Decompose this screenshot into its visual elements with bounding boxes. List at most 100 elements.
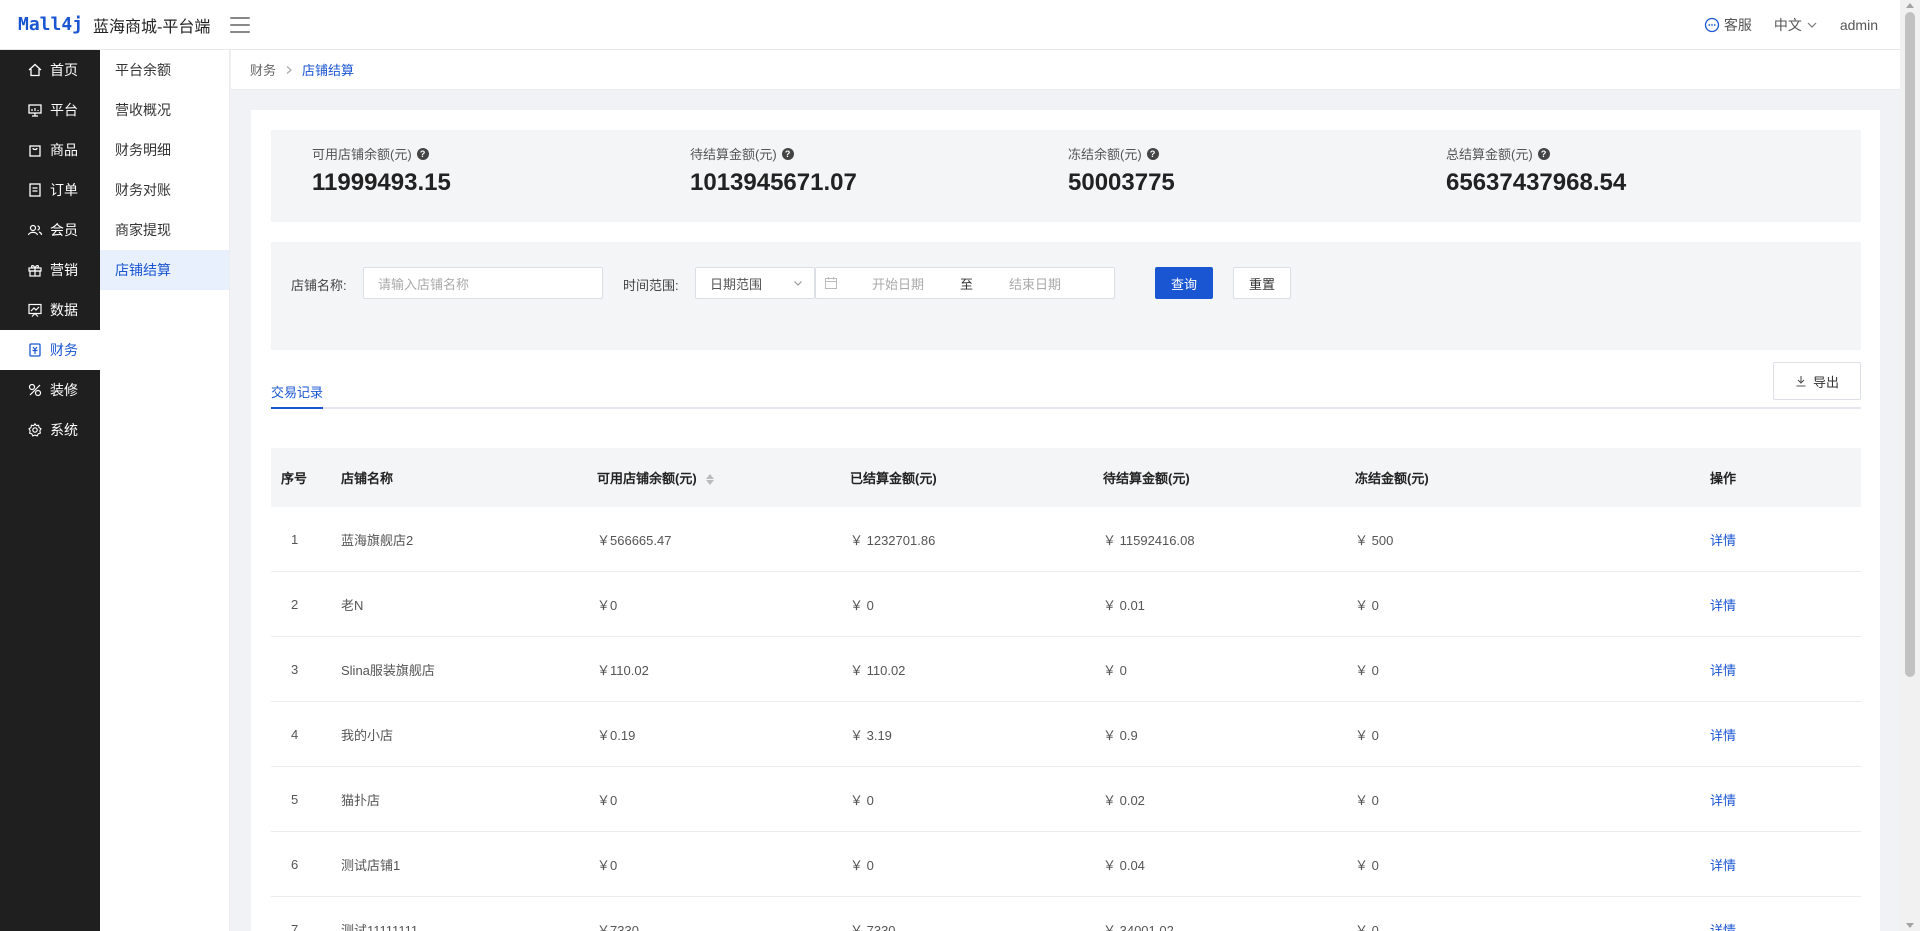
details-link[interactable]: 详情 [1710,595,1830,614]
details-link[interactable]: 详情 [1710,855,1830,874]
settled-amount: ￥ 7330 [850,922,896,931]
shop-name-input[interactable]: 请输入店铺名称 [363,267,603,299]
question-icon[interactable]: ? [1537,147,1550,160]
sidebar-item-label: 数据 [50,302,78,318]
column-header-label: 可用店铺余额(元) [597,471,697,486]
sidebar-item-finance[interactable]: 财务 [0,330,100,370]
frozen-amount: ￥ 0 [1355,597,1379,613]
reset-button[interactable]: 重置 [1233,267,1291,299]
settled-amount: ￥ 110.02 [850,662,906,678]
table-row: 7 测试11111111 ￥7330 ￥ 7330 ￥ 34001.02 ￥ 0… [271,897,1861,931]
tab-bar: 交易记录 导出 [271,362,1861,409]
details-link[interactable]: 详情 [1710,660,1830,679]
shop-name: 测试11111111 [341,922,419,931]
shop-name-label: 店铺名称: [291,278,347,293]
sidebar-item-platform[interactable]: 平台 [0,90,100,130]
details-link[interactable]: 详情 [1710,530,1830,549]
question-icon[interactable]: ? [416,147,429,160]
sidebar-item-label: 订单 [50,182,78,198]
pending-amount: ￥ 0 [1103,662,1127,678]
range-type-value: 日期范围 [710,276,763,292]
pending-amount: ￥ 34001.02 [1103,922,1174,931]
sidebar-item-marketing[interactable]: 营销 [0,250,100,290]
filter-panel: 店铺名称: 请输入店铺名称 时间范围: 日期范围 开始日期 至 结束日期 查询 … [271,242,1861,350]
menu-toggle-icon[interactable] [230,16,250,33]
export-button[interactable]: 导出 [1773,362,1861,400]
stat-label: 冻结余额(元) [1068,147,1142,162]
available-balance: ￥0 [597,597,618,613]
frozen-amount: ￥ 0 [1355,922,1379,931]
frozen-amount: ￥ 500 [1355,532,1394,548]
tab-transaction-records[interactable]: 交易记录 [271,382,324,409]
row-number: 3 [291,661,299,677]
sidebar-item-goods[interactable]: 商品 [0,130,100,170]
user-menu[interactable]: admin [1840,17,1878,33]
stat-value: 1013945671.07 [690,169,857,196]
sort-icon[interactable] [706,474,715,486]
table-row: 3 Slina服装旗舰店 ￥110.02 ￥ 110.02 ￥ 0 ￥ 0 详情 [271,637,1861,702]
sidebar-item-label: 装修 [50,382,78,398]
gift-icon [28,265,42,277]
sidebar-item-label: 财务 [50,342,78,358]
stats-panel: 可用店铺余额(元)? 11999493.15 待结算金额(元)? 1013945… [271,130,1861,222]
range-type-select[interactable]: 日期范围 [695,267,815,299]
column-header: 店铺名称 [341,471,394,486]
subnav-item-shop-settlement[interactable]: 店铺结算 [100,250,229,290]
chart-icon [28,303,42,317]
stat-label: 可用店铺余额(元) [312,147,412,162]
subnav-item-revenue-overview[interactable]: 营收概况 [100,90,229,130]
available-balance: ￥566665.47 [597,532,672,548]
subnav-item-platform-balance[interactable]: 平台余额 [100,50,229,90]
sub-sidebar: 平台余额 营收概况 财务明细 财务对账 商家提现 店铺结算 [100,50,230,931]
table-row: 2 老N ￥0 ￥ 0 ￥ 0.01 ￥ 0 详情 [271,572,1861,637]
frozen-amount: ￥ 0 [1355,857,1379,873]
sidebar-item-label: 首页 [50,62,78,78]
row-number: 1 [291,531,299,547]
search-button[interactable]: 查询 [1155,267,1213,299]
sidebar-item-home[interactable]: 首页 [0,50,100,90]
page-scrollbar[interactable] [1900,0,1920,931]
question-icon[interactable]: ? [1146,147,1159,160]
customer-service-button[interactable]: 客服 [1704,15,1752,35]
logo[interactable]: Mall4j 蓝海商城-平台端 [0,13,230,37]
breadcrumb-parent[interactable]: 财务 [250,60,276,79]
settled-amount: ￥ 1232701.86 [850,532,936,548]
question-icon[interactable]: ? [781,147,794,160]
finance-icon [29,343,41,357]
details-link[interactable]: 详情 [1710,790,1830,809]
settled-amount: ￥ 3.19 [850,727,892,743]
pending-amount: ￥ 11592416.08 [1103,532,1195,548]
frozen-amount: ￥ 0 [1355,662,1379,678]
sidebar-item-members[interactable]: 会员 [0,210,100,250]
stat-total-settlement: 总结算金额(元)? 65637437968.54 [1446,144,1626,197]
sidebar-item-data[interactable]: 数据 [0,290,100,330]
scrollbar-thumb[interactable] [1905,12,1915,677]
stat-label: 待结算金额(元) [690,147,777,162]
sidebar-item-orders[interactable]: 订单 [0,170,100,210]
sidebar-item-label: 营销 [50,262,78,278]
start-date-input[interactable]: 开始日期 [838,274,958,293]
scroll-down-arrow-icon[interactable] [1906,923,1914,928]
details-link[interactable]: 详情 [1710,725,1830,744]
row-number: 4 [291,726,299,742]
sidebar-item-label: 平台 [50,102,78,118]
chevron-right-icon [286,65,292,74]
scroll-up-arrow-icon[interactable] [1906,3,1914,8]
shop-name: 蓝海旗舰店2 [341,532,414,548]
details-link[interactable]: 详情 [1710,920,1830,931]
subnav-item-finance-details[interactable]: 财务明细 [100,130,229,170]
column-header-sortable[interactable]: 可用店铺余额(元) [597,468,850,487]
chevron-down-icon [1807,22,1817,28]
subnav-item-reconciliation[interactable]: 财务对账 [100,170,229,210]
main-sidebar: 首页 平台 商品 订单 会员 营销 数据 财务 装修 系统 [0,50,100,931]
stat-available-balance: 可用店铺余额(元)? 11999493.15 [312,144,451,197]
language-select[interactable]: 中文 [1774,15,1818,35]
export-label: 导出 [1812,374,1839,390]
end-date-input[interactable]: 结束日期 [975,274,1095,293]
date-range-picker[interactable]: 开始日期 至 结束日期 [815,267,1115,299]
table-row: 5 猫扑店 ￥0 ￥ 0 ￥ 0.02 ￥ 0 详情 [271,767,1861,832]
sidebar-item-decoration[interactable]: 装修 [0,370,100,410]
subnav-item-merchant-withdraw[interactable]: 商家提现 [100,210,229,250]
settled-amount: ￥ 0 [850,792,874,808]
sidebar-item-system[interactable]: 系统 [0,410,100,450]
